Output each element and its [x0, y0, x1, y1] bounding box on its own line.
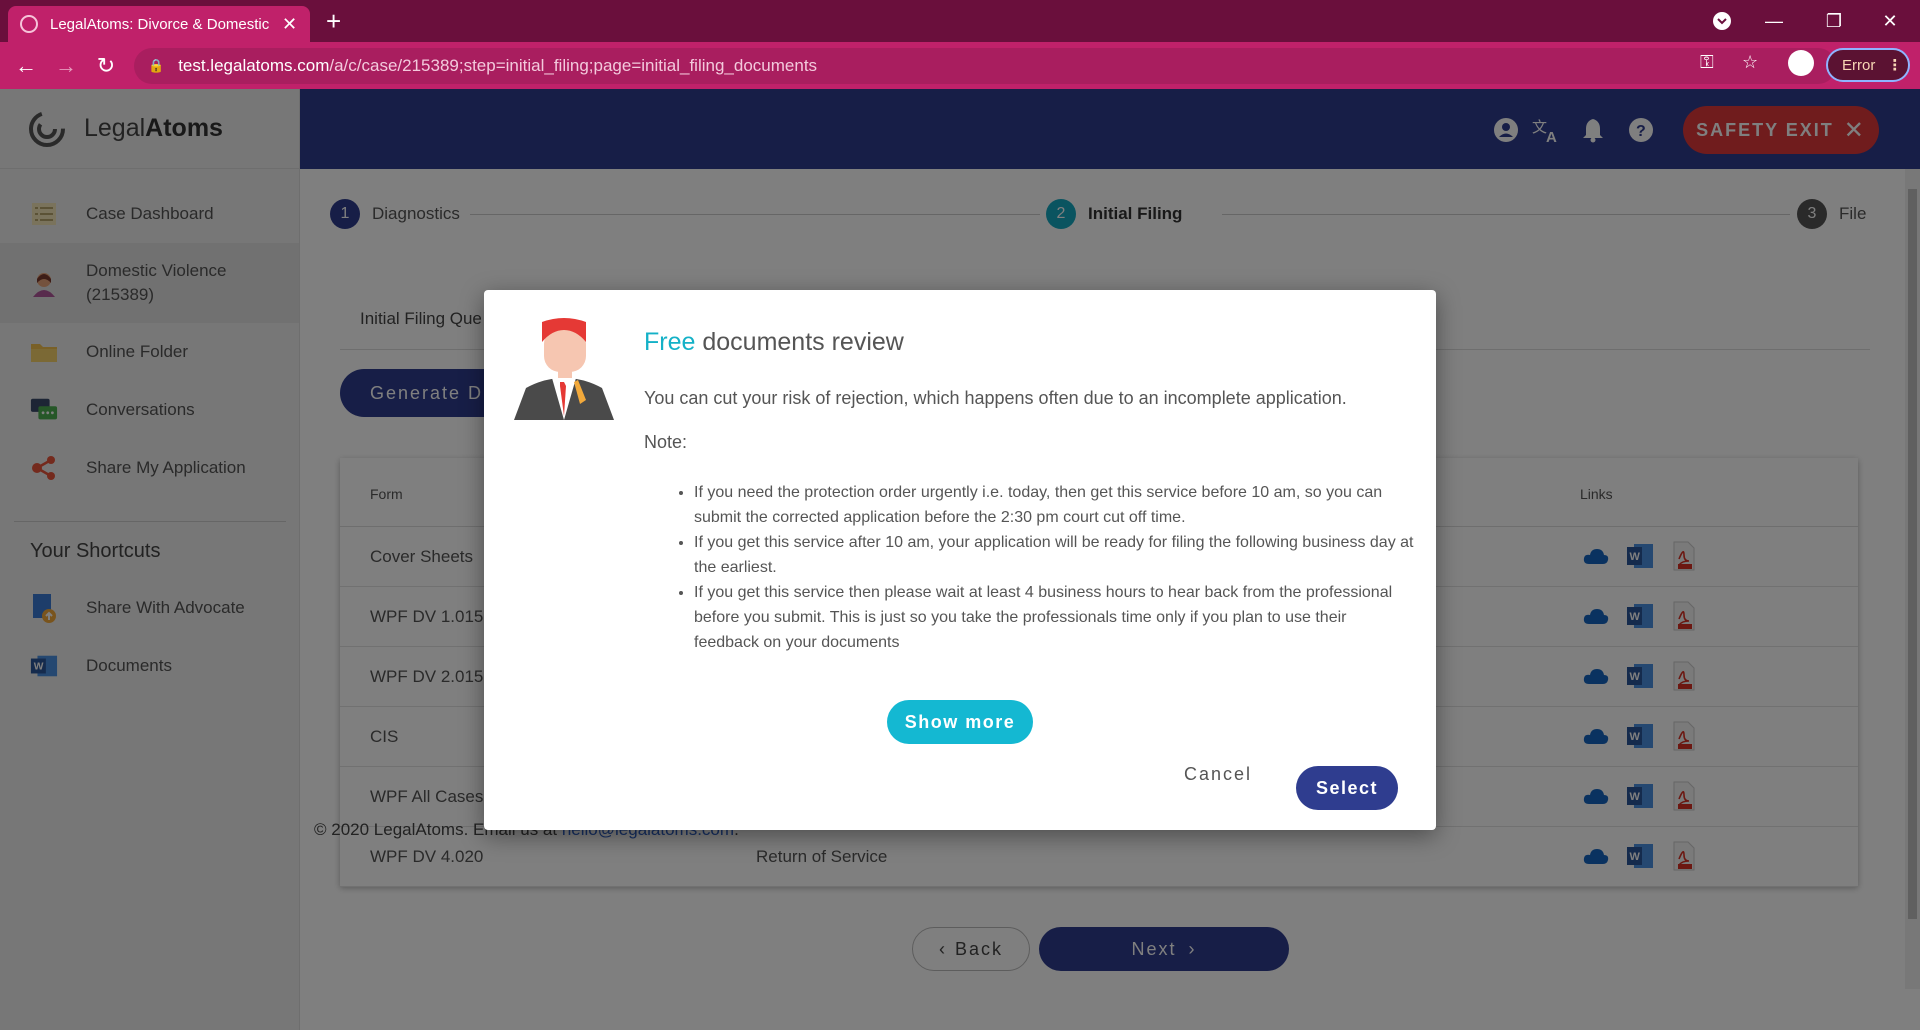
modal-title: Free documents review [644, 328, 904, 357]
list-item: If you get this service after 10 am, you… [694, 530, 1414, 580]
url-host: test.legalatoms.com [178, 56, 330, 75]
minimize-icon[interactable]: — [1744, 0, 1804, 42]
modal-note-label: Note: [644, 432, 688, 452]
back-arrow-icon[interactable]: ← [10, 50, 42, 82]
browser-tab-bar: LegalAtoms: Divorce & Domestic ✕ + — ❐ ✕ [0, 0, 1920, 42]
error-button[interactable]: Error ⋮ [1826, 48, 1910, 82]
forward-arrow-icon[interactable]: → [50, 50, 82, 82]
list-item: If you need the protection order urgentl… [694, 480, 1414, 530]
documents-review-modal: Free documents review You can cut your r… [484, 290, 1436, 830]
tab-close-icon[interactable]: ✕ [282, 14, 297, 35]
modal-title-highlight: Free [644, 328, 696, 356]
browser-tab[interactable]: LegalAtoms: Divorce & Domestic ✕ [8, 6, 310, 42]
lock-icon: 🔒 [148, 58, 165, 73]
show-more-button[interactable]: Show more [887, 700, 1033, 744]
tab-title: LegalAtoms: Divorce & Domestic [50, 15, 270, 33]
reload-icon[interactable]: ↻ [90, 50, 122, 82]
window-close-icon[interactable]: ✕ [1860, 0, 1920, 42]
professional-avatar-icon [514, 316, 614, 424]
tab-search-icon[interactable] [1692, 0, 1752, 42]
modal-lead-text: You can cut your risk of rejection, whic… [644, 388, 1347, 408]
url-path: /a/c/case/215389;step=initial_filing;pag… [329, 56, 818, 75]
new-tab-icon[interactable]: + [326, 6, 341, 36]
cancel-button[interactable]: Cancel [1184, 764, 1252, 785]
star-icon[interactable]: ☆ [1742, 52, 1758, 73]
profile-avatar-icon[interactable] [1788, 50, 1814, 76]
menu-dots-icon: ⋮ [1887, 57, 1903, 74]
error-label: Error [1842, 56, 1876, 74]
browser-toolbar: ← → ↻ 🔒 test.legalatoms.com/a/c/case/215… [0, 42, 1920, 89]
modal-bullet-list: If you need the protection order urgentl… [694, 480, 1414, 655]
key-icon[interactable]: ⚿ [1700, 52, 1714, 73]
restore-icon[interactable]: ❐ [1804, 0, 1864, 42]
select-button[interactable]: Select [1296, 766, 1398, 810]
list-item: If you get this service then please wait… [694, 580, 1414, 655]
legalatoms-favicon-icon [20, 15, 38, 33]
modal-title-rest: documents review [695, 328, 904, 356]
address-bar[interactable]: 🔒 test.legalatoms.com/a/c/case/215389;st… [134, 48, 1836, 84]
